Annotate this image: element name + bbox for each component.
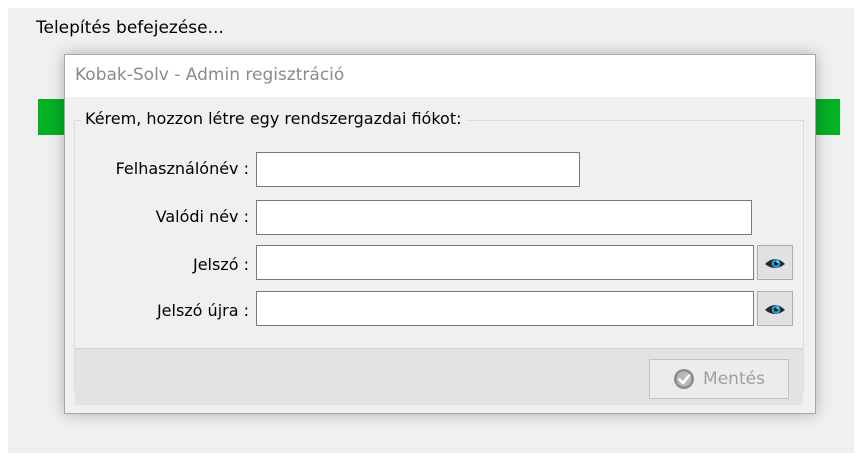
password-label: Jelszó : — [192, 255, 249, 274]
username-label: Felhasználónév : — [115, 159, 249, 178]
install-status-text: Telepítés befejezése... — [36, 18, 224, 38]
check-shield-icon — [674, 369, 695, 389]
dialog-button-bar: Mentés — [75, 348, 803, 405]
groupbox-title: Kérem, hozzon létre egy rendszergazdai f… — [81, 109, 466, 128]
dialog-titlebar: Kobak-Solv - Admin regisztráció — [65, 55, 815, 97]
realname-input[interactable] — [256, 200, 752, 235]
realname-label: Valódi név : — [155, 207, 249, 226]
password-input[interactable] — [256, 245, 754, 280]
password-confirm-label: Jelszó újra : — [156, 301, 249, 320]
eye-icon — [765, 258, 785, 268]
username-input[interactable] — [256, 152, 580, 187]
eye-icon — [765, 304, 785, 314]
save-button[interactable]: Mentés — [649, 359, 789, 399]
password-confirm-input[interactable] — [256, 291, 754, 326]
save-button-label: Mentés — [703, 369, 765, 389]
dialog-title: Kobak-Solv - Admin regisztráció — [75, 65, 345, 85]
show-password-confirm-button[interactable] — [757, 291, 793, 326]
show-password-button[interactable] — [757, 245, 793, 280]
admin-registration-dialog: Kobak-Solv - Admin regisztráció Kérem, h… — [64, 54, 816, 414]
